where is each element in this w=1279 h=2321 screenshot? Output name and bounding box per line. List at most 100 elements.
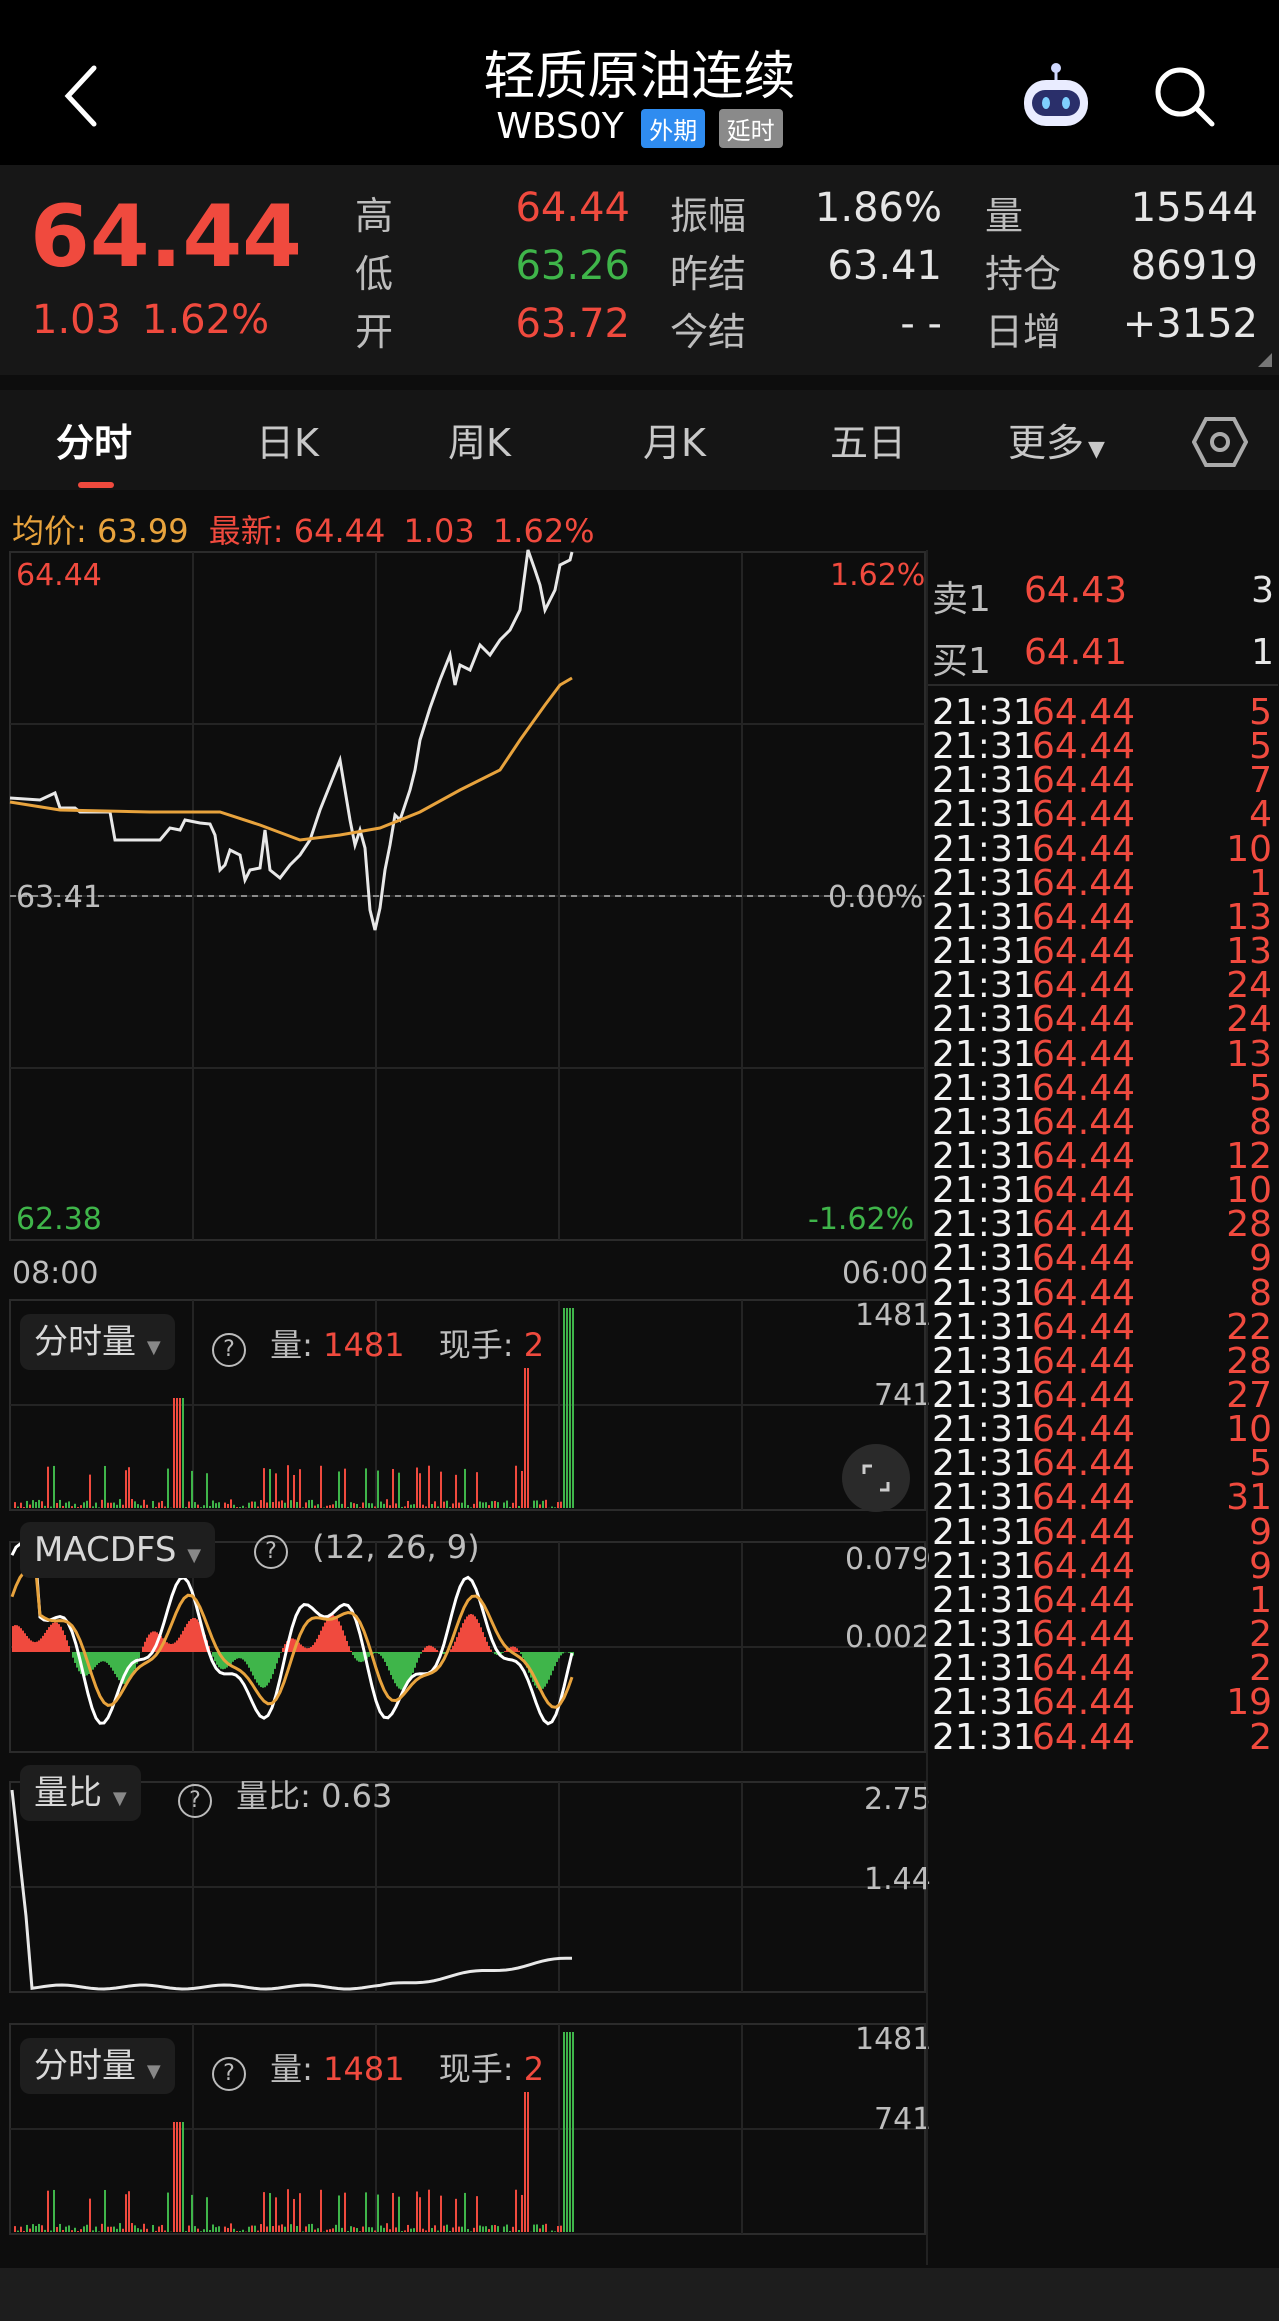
macd-bar [388,1652,390,1671]
macd-bar [568,1652,570,1653]
fullscreen-button[interactable] [842,1444,910,1512]
macd-bar [232,1652,234,1662]
macd-bar [62,1630,64,1652]
delay-tag: 延时 [718,108,783,148]
macd-bar [92,1652,94,1670]
vol-panel-2-bar [260,2224,262,2232]
vol-panel-2-bar [509,2230,511,2232]
vol-panel-1-bar [194,1502,196,1508]
vol-panel-2-bar [437,2230,439,2232]
macd-bar [490,1649,492,1652]
vol-panel-1-mid: 741 [874,1378,932,1413]
macd-bar [98,1652,100,1664]
macd-bar [248,1652,250,1668]
tab-weekly-k[interactable]: 周K [448,412,511,467]
macd-bar [330,1615,332,1652]
macd-bar [174,1642,176,1652]
vol-panel-2-bar [203,2229,205,2232]
vol-panel-1-bar [212,1500,214,1508]
vol-panel-2-bar [395,2227,397,2232]
robot-assistant-icon[interactable] [1018,60,1094,130]
macd-bar [424,1647,426,1652]
macd-bar [488,1645,490,1652]
macd-bar [28,1638,30,1652]
tab-daily-k[interactable]: 日K [256,412,319,467]
vol-panel-1-bar [458,1502,460,1508]
tab-monthly-k[interactable]: 月K [643,412,706,467]
macd-bar [60,1626,62,1652]
macd-bar [32,1641,34,1652]
vol-panel-2-bar [197,2228,199,2232]
vol-panel-1-bar [152,1500,154,1508]
tick-sidebar: 卖1 64.43 3 买1 64.41 1 21:31 64.44 5 21:31 64… [926,550,1279,2265]
vol-panel-2-bar [89,2198,91,2232]
vol-panel-1-bar [122,1504,124,1508]
vol-panel-2-bar [347,2230,349,2232]
vol-panel-1-bar [23,1507,25,1508]
tab-five-day[interactable]: 五日 [830,412,906,467]
help-icon[interactable]: ? [212,1333,246,1367]
quote-panel: 64.44 1.03 1.62% 高 低 开 64.44 63.26 63.72… [0,165,1279,375]
vol-panel-1-bar [563,1308,565,1508]
vol-panel-1-bar [551,1506,553,1508]
help-icon[interactable]: ? [178,1784,212,1818]
help-icon[interactable]: ? [212,2057,246,2091]
vol-panel-2-bar [404,2230,406,2232]
vol-panel-1-bar [26,1500,28,1508]
vol-panel-1-bar [176,1398,178,1508]
vol-panel-1-bar [503,1502,505,1508]
tab-intraday[interactable]: 分时 [56,412,132,467]
macd-bar [468,1614,470,1652]
vol-panel-1-bar [167,1468,169,1508]
vol-panel-2-bar [44,2229,46,2232]
macd-bar [30,1640,32,1652]
intraday-charts-canvas[interactable] [0,490,930,2265]
macd-bar [560,1652,562,1656]
vol-panel-1-bar [191,1470,193,1508]
vol-panel-2-bar [341,2227,343,2232]
vol-panel-1-bar [293,1474,295,1508]
vol-panel-1-bar [311,1499,313,1508]
vol-panel-2-bar [164,2230,166,2232]
vol-panel-2-bar [380,2225,382,2232]
tab-more[interactable]: 更多 ▼ [1008,412,1105,467]
macd-bar [146,1637,148,1652]
vol-panel-2-bar [329,2229,331,2232]
macd-bar [430,1645,432,1652]
vol-panel-2-bar [476,2196,478,2232]
vol-panel-1-bar [542,1500,544,1508]
macd-bar [554,1652,556,1667]
macd-bar [314,1642,316,1652]
vol-panel-2-bar [401,2230,403,2232]
order-book-divider [928,684,1278,686]
vol-panel-2-bar [407,2224,409,2232]
ratio-panel-selector[interactable]: 量比 ▼ [20,1765,141,1821]
vol-panel-1-bar [305,1502,307,1508]
help-icon[interactable]: ? [254,1535,288,1569]
vol-panel-1-bar [35,1502,37,1508]
vol-panel-2-bar [104,2189,106,2232]
vol-panel-1-selector[interactable]: 分时量 ▼ [20,1314,175,1370]
macd-bar [318,1634,320,1652]
search-icon[interactable] [1152,64,1218,130]
vol-panel-1-bar [134,1501,136,1508]
macd-bar [178,1637,180,1652]
vol-panel-1-bar [569,1308,571,1508]
vol-panel-1-bar [431,1503,433,1508]
macd-bar [518,1650,520,1652]
vol-panel-2-selector[interactable]: 分时量 ▼ [20,2038,175,2094]
vol-panel-1-bar [65,1502,67,1508]
macd-bar [520,1652,522,1654]
vol-panel-2-bar [398,2196,400,2232]
vol-panel-1-vol-label: 量: [270,1326,313,1364]
macd-panel-selector[interactable]: MACDFS ▼ [20,1522,216,1578]
vol-panel-2-vol-label: 量: [270,2050,313,2088]
settings-hexagon-icon[interactable] [1192,416,1248,468]
vol-panel-2-bar [257,2230,259,2232]
vol-panel-1-bar [119,1499,121,1508]
tab-more-label: 更多 [1008,421,1085,465]
vol-panel-1-bar [443,1501,445,1508]
expand-corner-icon[interactable] [1258,353,1272,367]
macd-bar [266,1652,268,1686]
vol-panel-2-bar [41,2225,43,2232]
